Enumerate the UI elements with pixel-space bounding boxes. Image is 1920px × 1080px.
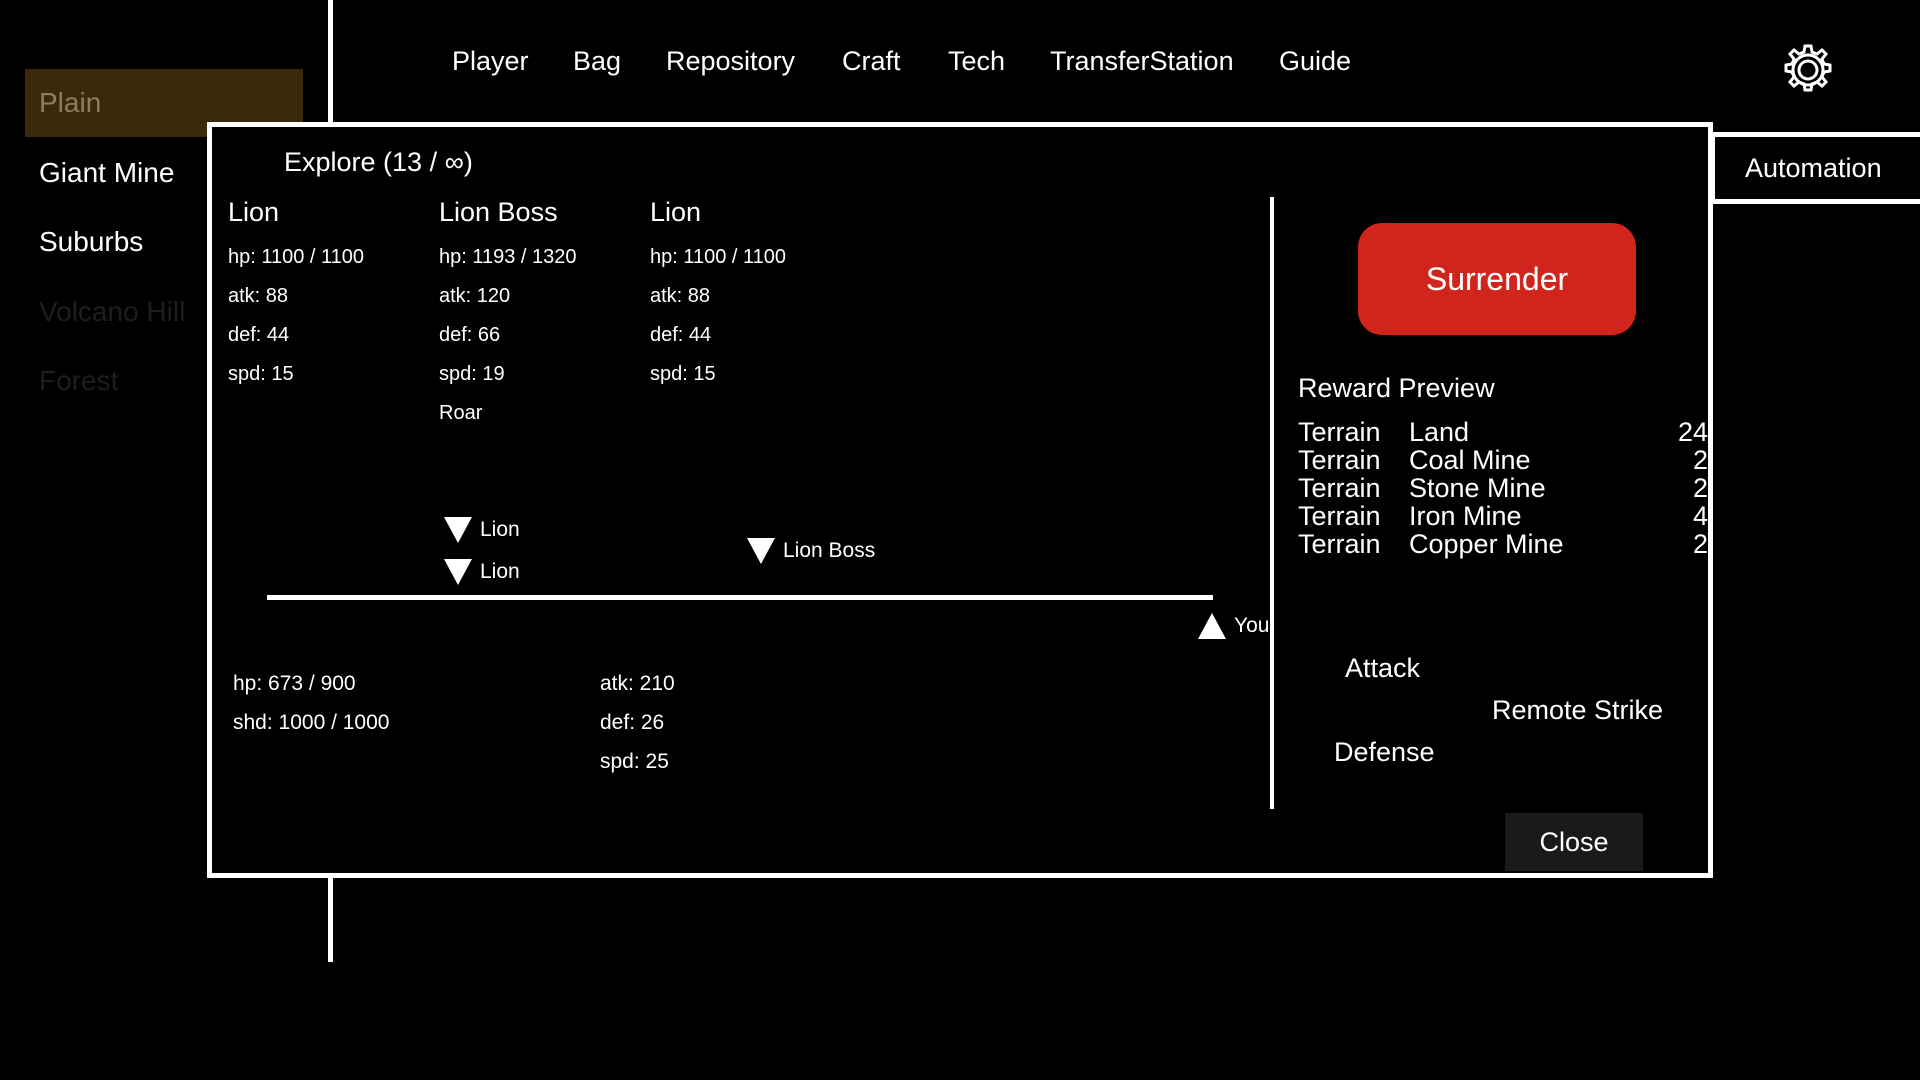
reward-name: Copper Mine	[1409, 529, 1564, 559]
reward-name: Iron Mine	[1409, 501, 1522, 531]
track-marker-boss: Lion Boss	[747, 538, 875, 564]
nav-craft[interactable]: Craft	[842, 46, 901, 77]
enemy-atk: atk: 88	[228, 285, 289, 307]
player-hp: hp: 673 / 900	[233, 672, 356, 695]
reward-type: Terrain	[1298, 417, 1381, 447]
reward-type: Terrain	[1298, 529, 1381, 559]
reward-qty: 4	[1692, 501, 1708, 531]
reward-name: Coal Mine	[1409, 445, 1531, 475]
reward-name: Stone Mine	[1409, 473, 1546, 503]
track-marker-enemy: Lion	[444, 559, 520, 585]
enemy-def: def: 44	[650, 324, 712, 346]
enemy-spd: spd: 15	[228, 363, 294, 385]
enemy-card: Lion Boss hp: 1193 / 1320 atk: 120 def: …	[439, 197, 649, 433]
enemy-name: Lion	[228, 197, 280, 227]
enemy-hp: hp: 1100 / 1100	[650, 246, 787, 268]
automation-tab[interactable]: Automation	[1710, 132, 1920, 204]
enemy-spd: spd: 19	[439, 363, 505, 385]
reward-row: Terrain Coal Mine 2	[1298, 446, 1708, 474]
track-marker-label: You	[1234, 614, 1270, 637]
enemy-card: Lion hp: 1100 / 1100 atk: 88 def: 44 spd…	[228, 197, 438, 394]
player-atk: atk: 210	[600, 672, 675, 695]
enemy-skill: Roar	[439, 402, 483, 424]
enemy-hp: hp: 1100 / 1100	[228, 246, 365, 268]
track-marker-label: Lion	[480, 518, 520, 541]
gear-icon[interactable]	[1778, 40, 1838, 100]
enemy-name: Lion	[650, 197, 702, 227]
attack-action[interactable]: Attack	[1345, 653, 1420, 684]
reward-type: Terrain	[1298, 445, 1381, 475]
enemy-def: def: 66	[439, 324, 501, 346]
track-marker-player: You	[1198, 613, 1269, 639]
nav-tech[interactable]: Tech	[948, 46, 1005, 77]
defense-action[interactable]: Defense	[1334, 737, 1435, 768]
enemy-name: Lion Boss	[439, 197, 558, 227]
track-marker-enemy: Lion	[444, 517, 520, 543]
enemy-atk: atk: 88	[650, 285, 711, 307]
reward-row: Terrain Copper Mine 2	[1298, 530, 1708, 558]
explore-title: Explore (13 / ∞)	[284, 147, 473, 177]
player-def: def: 26	[600, 711, 665, 734]
down-triangle-icon	[747, 538, 775, 564]
nav-transferstation[interactable]: TransferStation	[1050, 46, 1234, 77]
reward-row: Terrain Land 24	[1298, 418, 1708, 446]
close-button[interactable]: Close	[1505, 813, 1643, 871]
down-triangle-icon	[444, 517, 472, 543]
track-marker-label: Lion	[480, 560, 520, 583]
player-shield: shd: 1000 / 1000	[233, 711, 390, 734]
remote-strike-action[interactable]: Remote Strike	[1492, 695, 1663, 726]
enemy-hp: hp: 1193 / 1320	[439, 246, 577, 268]
nav-bag[interactable]: Bag	[573, 46, 621, 77]
surrender-button[interactable]: Surrender	[1358, 223, 1636, 335]
nav-player[interactable]: Player	[452, 46, 529, 77]
reward-qty: 2	[1692, 473, 1708, 503]
enemy-def: def: 44	[228, 324, 290, 346]
reward-preview-title: Reward Preview	[1298, 373, 1495, 403]
nav-repository[interactable]: Repository	[666, 46, 795, 77]
explore-modal: Explore (13 / ∞) Lion hp: 1100 / 1100 at…	[207, 122, 1713, 878]
reward-type: Terrain	[1298, 473, 1381, 503]
reward-qty: 2	[1692, 529, 1708, 559]
enemy-atk: atk: 120	[439, 285, 511, 307]
speed-track-line	[267, 595, 1213, 600]
reward-qty: 24	[1677, 417, 1708, 447]
enemy-spd: spd: 15	[650, 363, 716, 385]
reward-row: Terrain Stone Mine 2	[1298, 474, 1708, 502]
reward-name: Land	[1409, 417, 1470, 447]
reward-type: Terrain	[1298, 501, 1381, 531]
reward-row: Terrain Iron Mine 4	[1298, 502, 1708, 530]
up-triangle-icon	[1198, 613, 1226, 639]
track-marker-label: Lion Boss	[783, 539, 876, 562]
reward-qty: 2	[1692, 445, 1708, 475]
nav-guide[interactable]: Guide	[1279, 46, 1351, 77]
player-spd: spd: 25	[600, 750, 669, 773]
down-triangle-icon	[444, 559, 472, 585]
panel-divider	[1270, 197, 1274, 809]
enemy-card: Lion hp: 1100 / 1100 atk: 88 def: 44 spd…	[650, 197, 860, 394]
